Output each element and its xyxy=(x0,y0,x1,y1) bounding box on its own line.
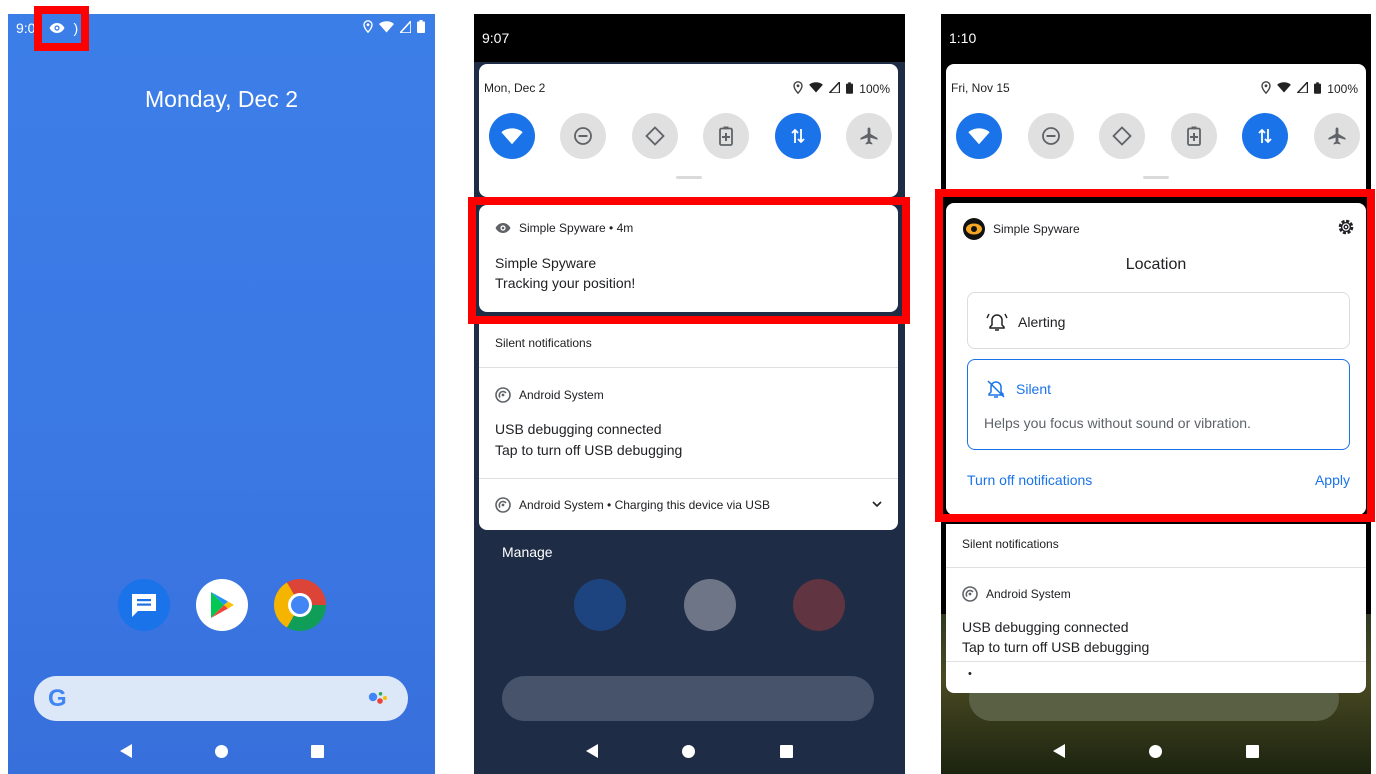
play-store-icon[interactable] xyxy=(195,579,248,631)
airplane-icon xyxy=(1327,126,1347,146)
android-system-icon xyxy=(495,497,511,513)
android-system-icon xyxy=(495,387,511,403)
battery-saver-icon xyxy=(1186,126,1201,146)
qs-wifi-tile[interactable] xyxy=(956,113,1002,159)
qs-airplane-tile[interactable] xyxy=(1313,113,1360,159)
google-g-icon: G xyxy=(48,684,67,712)
usb-text: Tap to turn off USB debugging xyxy=(495,442,683,458)
battery-icon xyxy=(1314,81,1322,97)
charging-label: Android System • Charging this device vi… xyxy=(519,498,770,512)
more-dot: • xyxy=(968,668,972,680)
qs-battery-saver-tile[interactable] xyxy=(1170,113,1217,159)
wifi-icon xyxy=(809,82,824,96)
highlight-notification-settings xyxy=(935,189,1375,522)
battery-icon xyxy=(417,20,425,36)
qs-mobile-data-tile[interactable] xyxy=(1242,113,1289,159)
back-button[interactable] xyxy=(1053,744,1065,758)
home-button[interactable] xyxy=(1149,744,1162,758)
home-button[interactable] xyxy=(682,744,696,758)
silent-notifications-section: Silent notifications Android System USB … xyxy=(946,524,1366,693)
messages-app-icon[interactable] xyxy=(117,579,170,631)
back-button[interactable] xyxy=(119,744,132,758)
recents-button[interactable] xyxy=(1246,744,1259,758)
usb-text: Tap to turn off USB debugging xyxy=(962,639,1150,655)
home-screen: 9:0 ) Monday, Dec 2 G xyxy=(8,14,435,774)
chevron-down-icon[interactable] xyxy=(872,501,882,508)
status-time: 1:10 xyxy=(949,30,977,46)
status-time: 9:0 xyxy=(16,20,36,36)
dimmed-search-bar xyxy=(502,676,874,721)
auto-rotate-icon xyxy=(1112,126,1132,146)
silent-header: Silent notifications xyxy=(962,537,1059,551)
highlight-spyware-notification xyxy=(468,197,910,324)
qs-wifi-tile[interactable] xyxy=(489,113,535,159)
location-icon xyxy=(363,20,373,36)
battery-percent: 100% xyxy=(859,82,890,96)
notification-shade: 9:07 Mon, Dec 2 100% Simple Spyware • 4m… xyxy=(474,14,905,774)
status-bar: 9:07 xyxy=(474,24,905,52)
app-dock xyxy=(8,579,435,631)
back-button[interactable] xyxy=(586,744,599,758)
signal-icon xyxy=(398,18,412,36)
signal-icon xyxy=(1296,80,1309,96)
mobile-data-icon xyxy=(790,127,806,145)
google-search-bar[interactable]: G xyxy=(34,676,408,721)
drag-handle[interactable] xyxy=(675,176,702,179)
charging-notification[interactable]: Android System • Charging this device vi… xyxy=(479,479,898,530)
recents-button[interactable] xyxy=(779,744,793,758)
dnd-icon xyxy=(573,126,593,146)
qs-airplane-tile[interactable] xyxy=(845,113,892,159)
battery-saver-icon xyxy=(719,126,734,146)
wifi-icon xyxy=(1277,82,1292,96)
android-system-label: Android System xyxy=(519,388,604,402)
quick-settings-panel: Mon, Dec 2 100% xyxy=(479,64,898,197)
navigation-bar xyxy=(941,736,1371,766)
home-button[interactable] xyxy=(214,744,228,758)
status-bar: 1:10 xyxy=(941,24,1371,52)
auto-rotate-icon xyxy=(645,126,665,146)
home-date[interactable]: Monday, Dec 2 xyxy=(8,86,435,113)
navigation-bar xyxy=(8,736,435,766)
dnd-icon xyxy=(1041,126,1061,146)
location-icon xyxy=(1261,81,1271,97)
manage-button[interactable]: Manage xyxy=(502,544,553,560)
qs-auto-rotate-tile[interactable] xyxy=(631,113,678,159)
recents-button[interactable] xyxy=(310,744,324,758)
qs-mobile-data-tile[interactable] xyxy=(774,113,821,159)
status-time: 9:07 xyxy=(482,30,510,46)
chrome-icon[interactable] xyxy=(273,579,326,631)
play-store-icon xyxy=(683,579,736,631)
qs-battery-saver-tile[interactable] xyxy=(703,113,750,159)
wifi-icon xyxy=(501,127,523,145)
drag-handle[interactable] xyxy=(1143,176,1169,179)
battery-percent: 100% xyxy=(1327,82,1358,96)
chrome-icon xyxy=(793,579,845,631)
qs-date[interactable]: Fri, Nov 15 xyxy=(951,81,1010,97)
qs-auto-rotate-tile[interactable] xyxy=(1099,113,1146,159)
signal-icon xyxy=(828,80,841,96)
usb-title: USB debugging connected xyxy=(962,619,1129,635)
android-system-label: Android System xyxy=(986,587,1071,601)
wifi-icon xyxy=(968,127,990,145)
qs-dnd-tile[interactable] xyxy=(1027,113,1074,159)
android-system-icon xyxy=(962,586,978,602)
usb-notification[interactable]: Android System USB debugging connected T… xyxy=(479,368,898,478)
assistant-icon[interactable] xyxy=(368,691,390,707)
dimmed-dock xyxy=(574,579,845,631)
mobile-data-icon xyxy=(1257,127,1273,145)
messages-app-icon xyxy=(574,579,626,631)
location-icon xyxy=(793,81,803,97)
usb-title: USB debugging connected xyxy=(495,421,662,437)
quick-settings-panel: Fri, Nov 15 100% xyxy=(946,64,1366,197)
navigation-bar xyxy=(474,736,905,766)
qs-date[interactable]: Mon, Dec 2 xyxy=(484,81,545,97)
highlight-eye-icon xyxy=(34,6,89,51)
silent-notifications-section: Silent notifications Android System USB … xyxy=(479,322,898,530)
airplane-icon xyxy=(859,126,879,146)
qs-dnd-tile[interactable] xyxy=(560,113,607,159)
usb-notification[interactable]: Android System USB debugging connected T… xyxy=(946,568,1366,660)
wifi-icon xyxy=(379,20,394,36)
battery-icon xyxy=(846,81,854,97)
silent-header: Silent notifications xyxy=(495,336,592,350)
